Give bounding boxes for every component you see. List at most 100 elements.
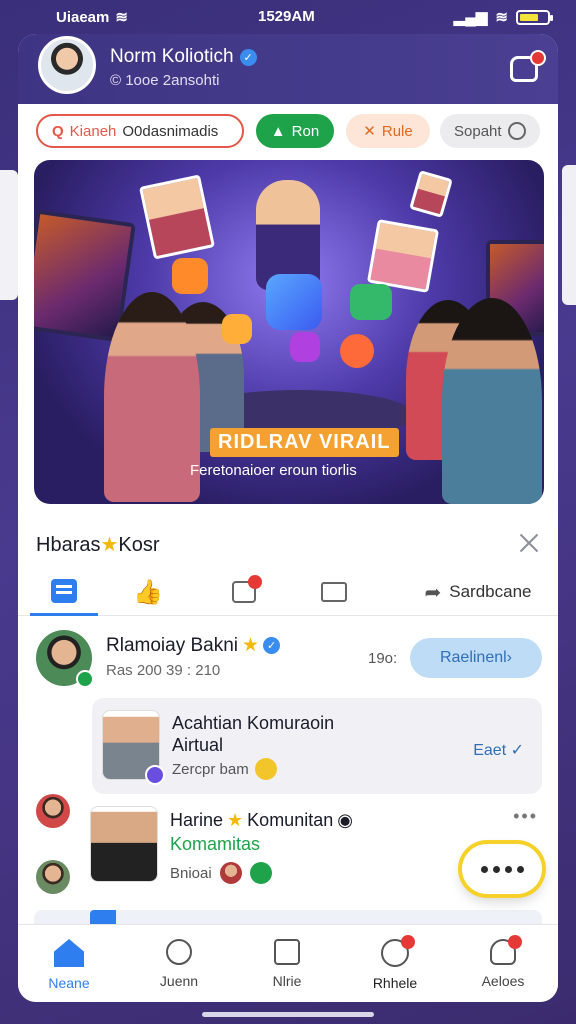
banner-subtitle: Feretonaioer eroun tiorlis: [190, 462, 357, 479]
list-icon: [274, 939, 300, 965]
nav-profile[interactable]: Rhhele: [350, 931, 440, 997]
music-app-icon: [172, 258, 208, 294]
dot-icon: [516, 865, 524, 873]
illustration-person: [442, 298, 542, 504]
user-icon: [490, 935, 522, 965]
music-app-icon: [222, 314, 252, 344]
more-options-icon[interactable]: •••: [513, 806, 538, 827]
search-chip[interactable]: Q Kianeh O0dasnimadis: [36, 114, 244, 148]
tab-messages[interactable]: [304, 568, 364, 616]
community-subtitle: Komamitas: [170, 834, 261, 854]
profile-subtitle: © 1ooe 2ansohti: [110, 72, 220, 89]
search-icon: [166, 939, 192, 965]
member-meta: Ras 200 39 : 210: [106, 662, 221, 679]
dot-icon: [504, 865, 512, 873]
community-card[interactable]: Acahtian Komuraoin Airtual Zercpr bam Ea…: [92, 698, 542, 794]
smile-emoji-icon: [254, 758, 277, 780]
bottom-nav: Neane Juenn Nlrie Rhhele Aeloes: [18, 924, 558, 1002]
rule-filter-button[interactable]: ✕ Rule: [346, 114, 430, 148]
message-icon: [321, 582, 347, 602]
photo-tile: [138, 174, 216, 260]
search-text: O0dasnimadis: [122, 122, 219, 140]
tab-share[interactable]: ➦ Sardbcane: [408, 568, 548, 616]
battery-icon: [516, 9, 553, 25]
dot-icon: [492, 865, 500, 873]
chat-app-icon: [266, 274, 322, 330]
nav-account[interactable]: Aeloes: [458, 931, 548, 997]
sort-icon: [508, 122, 526, 140]
nav-search[interactable]: Juenn: [134, 931, 224, 997]
share-label: Sardbcane: [449, 582, 532, 601]
nav-badge: [401, 935, 415, 949]
play-app-icon: [340, 334, 374, 368]
community-title-suffix: Komunitan: [247, 810, 334, 830]
sort-filter-button[interactable]: Sopaht: [440, 114, 540, 148]
profile-name[interactable]: Norm Koliotich ✓: [110, 46, 257, 68]
community-meta-text: Bnioai: [170, 864, 212, 882]
status-icons: ▂▄▆ ≋: [453, 8, 553, 26]
avatar[interactable]: [38, 36, 96, 94]
promo-banner[interactable]: RIDLRAV VIRAIL Feretonaioer eroun tiorli…: [34, 160, 544, 504]
status-indicator: [145, 765, 165, 785]
member-name: Rlamoiay Bakni ★ ✓: [106, 634, 281, 657]
signal-icon: ▂▄▆: [453, 9, 488, 26]
filter-bar: Q Kianeh O0dasnimadis ▲ Ron ✕ Rule Sopah…: [18, 114, 558, 150]
notifications-button[interactable]: [510, 50, 546, 84]
member-thumbnail: [90, 806, 158, 882]
notification-badge: [530, 50, 546, 66]
check-icon: [249, 862, 272, 884]
verified-icon: ✓: [239, 48, 257, 66]
list-item[interactable]: Rlamoiay Bakni ★ ✓ Ras 200 39 : 210 19o:…: [18, 630, 558, 696]
dot-icon: [480, 865, 488, 873]
more-options-button[interactable]: [462, 844, 542, 894]
clock: 1529AM: [258, 8, 315, 25]
edit-link[interactable]: Eaet ✓: [473, 740, 524, 760]
profile-icon: [381, 935, 415, 967]
main-card: Norm Koliotich ✓ © 1ooe 2ansohti Q Kiane…: [18, 34, 558, 1002]
timestamp: 19o:: [368, 650, 398, 667]
action-button[interactable]: Raelinenl›: [410, 638, 542, 678]
community-title-text: Harine: [170, 810, 224, 830]
star-icon: ★: [100, 534, 119, 556]
member-name-text: Rlamoiay Bakni: [106, 634, 238, 656]
tab-badge: [248, 575, 262, 589]
sheet-title-suffix: Kosr: [118, 534, 160, 556]
tab-feed[interactable]: [30, 568, 98, 616]
home-icon: [54, 939, 84, 967]
nav-home[interactable]: Neane: [24, 931, 114, 997]
photo-tile: [409, 170, 453, 218]
community-subtitle: Zercpr bam: [172, 758, 277, 780]
profile-header: Norm Koliotich ✓ © 1ooe 2ansohti: [18, 34, 558, 104]
photo-tile: [366, 219, 440, 293]
community-title: Acahtian Komuraoin Airtual: [172, 713, 335, 755]
wifi-icon: ≋: [495, 9, 508, 26]
nav-home-label: Neane: [48, 975, 90, 991]
community-title: Harine ★ Komunitan ◉: [170, 810, 353, 831]
message-app-icon: [350, 284, 392, 320]
nav-badge: [508, 935, 522, 949]
run-icon: ▲: [270, 122, 286, 140]
image-icon: [232, 575, 262, 603]
profile-name-text: Norm Koliotich: [110, 46, 234, 67]
carrier: Uiaeam ≋: [56, 8, 128, 27]
carrier-label: Uiaeam: [56, 8, 110, 26]
tab-bar: 👍 ➦ Sardbcane: [18, 568, 558, 616]
home-indicator[interactable]: [202, 1012, 374, 1017]
media-app-icon: [290, 332, 320, 362]
online-indicator: [76, 670, 94, 688]
nav-account-label: Aeloes: [481, 973, 525, 989]
wifi-icon: ≋: [115, 9, 128, 26]
avatar[interactable]: [36, 630, 94, 688]
rule-label: Rule: [381, 122, 413, 140]
share-icon: ➦: [424, 581, 442, 604]
nav-list[interactable]: Nlrie: [242, 931, 332, 997]
star-icon: ★: [242, 635, 260, 656]
close-button[interactable]: [518, 532, 540, 554]
tab-media[interactable]: [214, 568, 274, 616]
search-label: Kianeh: [69, 122, 117, 140]
run-filter-button[interactable]: ▲ Ron: [256, 114, 334, 148]
community-meta: Bnioai: [170, 862, 272, 884]
rule-icon: ✕: [363, 123, 376, 140]
tab-likes[interactable]: 👍: [118, 568, 178, 616]
member-thumbnail: [102, 710, 165, 785]
